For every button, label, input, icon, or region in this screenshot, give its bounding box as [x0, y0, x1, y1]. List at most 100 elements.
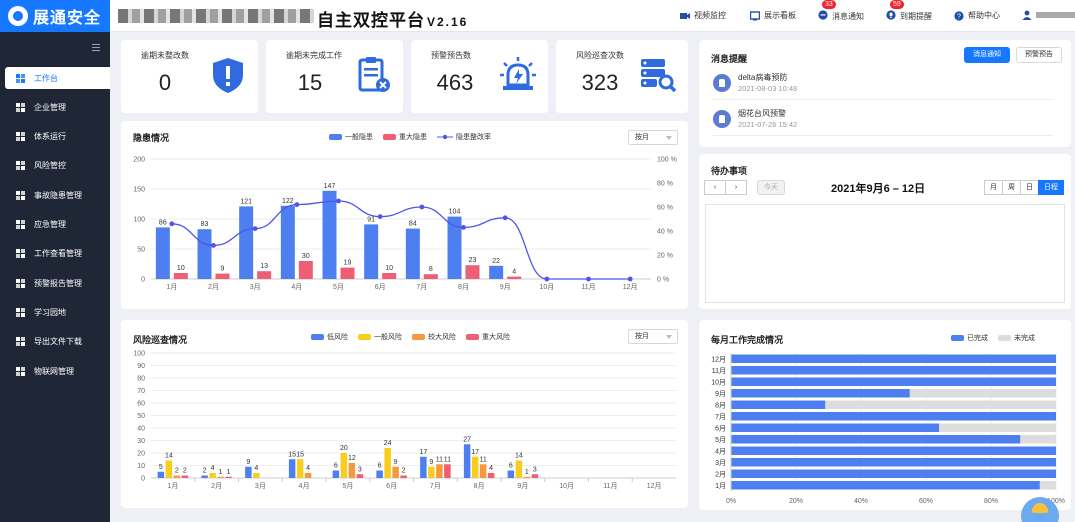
data-label: 11: [479, 456, 486, 463]
stat-card-warnings[interactable]: 预警预告数 463: [411, 40, 548, 113]
sidebar-item-study[interactable]: 学习园地: [5, 301, 110, 323]
calendar-prev-button[interactable]: ‹: [704, 180, 726, 195]
bar-已完成: [731, 354, 1056, 363]
y2-tick-label: 60 %: [657, 205, 673, 212]
calendar-view-0[interactable]: 月: [984, 180, 1003, 195]
bar-较大风险: [217, 476, 224, 478]
message-item[interactable]: 烟花台风预警 2021-07-26 15:42: [713, 106, 1053, 136]
data-label: 4: [211, 465, 215, 472]
x-tick-label: 2月: [211, 482, 222, 490]
x-tick-label: 3月: [250, 283, 261, 291]
rectify-rate-point: [586, 276, 591, 282]
sidebar-item-label: 体系运行: [34, 132, 66, 142]
sidebar-item-risk[interactable]: 风险管控: [5, 155, 110, 177]
bar-已完成: [731, 435, 1021, 444]
stat-label: 风险巡查次数: [576, 51, 624, 60]
sidebar-item-report[interactable]: 预警报告管理: [5, 272, 110, 294]
data-label: 6: [334, 463, 338, 470]
topnav-message[interactable]: 33 消息通知: [818, 0, 864, 22]
stat-card-overdue-work[interactable]: 逾期未完成工作 15: [266, 40, 403, 113]
shield-icon: [213, 58, 243, 93]
data-label: 4: [489, 465, 493, 472]
bar-较大风险: [348, 463, 356, 478]
brand-logo[interactable]: 展通安全: [0, 0, 110, 32]
data-label: 27: [463, 436, 471, 443]
sidebar-item-workbench[interactable]: 工作台: [5, 67, 110, 89]
bar-重大风险: [225, 476, 232, 478]
sidebar-item-label: 工作查看管理: [34, 249, 82, 259]
sidebar-item-hazard[interactable]: 事故隐患管理: [5, 184, 110, 206]
data-label: 1: [227, 469, 231, 476]
y-tick-label: 150: [133, 187, 145, 194]
sidebar-item-label: 学习园地: [34, 307, 66, 317]
bar-重大隐患: [173, 273, 188, 279]
y-tick-label: 100: [133, 351, 145, 358]
topnav-board[interactable]: 展示看板: [750, 10, 796, 21]
menu-toggle-icon[interactable]: [92, 44, 100, 51]
calendar-view-2[interactable]: 日: [1020, 180, 1039, 195]
y-tick-label: 0: [141, 476, 145, 483]
data-label: 15: [296, 451, 304, 458]
y2-tick-label: 40 %: [657, 229, 673, 236]
data-label: 122: [282, 198, 294, 205]
stat-card-patrols[interactable]: 风险巡查次数 323: [556, 40, 688, 113]
calendar-view-switch: 月周日日程: [984, 180, 1064, 195]
message-notice-button[interactable]: 消息通知: [964, 47, 1010, 63]
y-tick-label: 40: [137, 426, 145, 433]
data-label: 91: [367, 216, 375, 223]
system-icon: [15, 131, 26, 142]
calendar-next-button[interactable]: ›: [725, 180, 747, 195]
sidebar-item-label: 预警报告管理: [34, 278, 82, 288]
sidebar-item-download[interactable]: 导出文件下载: [5, 331, 110, 353]
y-tick-label: 30: [137, 438, 145, 445]
x-tick-label: 6月: [375, 283, 386, 291]
todo-title: 待办事项: [711, 166, 748, 176]
platform-title: 自主双控平台 V2.16: [317, 6, 468, 31]
data-label: 11: [444, 456, 451, 463]
stat-card-overdue-rectify[interactable]: 逾期未整改数 0: [121, 40, 258, 113]
hazard-icon: [15, 190, 26, 201]
blurred-company-name: [118, 9, 314, 23]
topnav-video[interactable]: 视频监控: [680, 10, 726, 21]
x-tick-label: 4月: [291, 283, 302, 291]
data-label: 9: [429, 459, 433, 466]
calendar-icon: [15, 248, 26, 259]
blurred-username: [1036, 12, 1075, 18]
calendar-view-1[interactable]: 周: [1002, 180, 1021, 195]
data-label: 22: [492, 258, 500, 265]
data-label: 9: [221, 266, 225, 273]
user-menu[interactable]: [1022, 10, 1075, 20]
sidebar-item-emergency[interactable]: 应急管理: [5, 214, 110, 236]
warning-notice-button[interactable]: 预警预告: [1016, 47, 1062, 63]
bar-一般隐患: [322, 190, 337, 279]
messages-title: 消息提醒: [711, 54, 748, 64]
rectify-rate-point: [419, 204, 425, 210]
data-label: 4: [306, 465, 310, 472]
bell-icon: [886, 10, 896, 20]
sidebar-item-calendar[interactable]: 工作查看管理: [5, 243, 110, 265]
data-label: 2: [203, 468, 207, 475]
chevron-right-icon: ›: [734, 184, 738, 191]
bar-低风险: [507, 470, 515, 478]
y-tick-label: 200: [133, 157, 145, 164]
data-label: 17: [419, 449, 427, 456]
sidebar-item-home[interactable]: 企业管理: [5, 96, 110, 118]
topnav-help[interactable]: ? 帮助中心: [954, 10, 1000, 21]
x-tick-label: 11月: [603, 482, 617, 490]
sidebar-item-iot[interactable]: 物联网管理: [5, 360, 110, 382]
brand-name: 展通安全: [33, 10, 102, 27]
x-tick-label: 9月: [517, 482, 528, 490]
message-item[interactable]: delta病毒预防 2021-08-03 10:48: [713, 70, 1053, 100]
calendar-body[interactable]: [705, 204, 1065, 303]
board-icon: [750, 10, 760, 20]
messages-card: 消息提醒 消息通知 预警预告 delta病毒预防 2021-08-03 10:4…: [699, 40, 1071, 147]
stat-label: 逾期未整改数: [141, 51, 189, 60]
topnav-expiry[interactable]: 59 到期提醒: [886, 0, 932, 22]
sidebar-item-system[interactable]: 体系运行: [5, 126, 110, 148]
bar-未完成: [939, 423, 1056, 432]
calendar-today-button[interactable]: 今天: [757, 180, 785, 195]
x-tick-label: 5月: [333, 283, 344, 291]
chevron-left-icon: ‹: [713, 184, 717, 191]
bar-较大风险: [436, 464, 443, 478]
calendar-view-3[interactable]: 日程: [1038, 180, 1064, 195]
